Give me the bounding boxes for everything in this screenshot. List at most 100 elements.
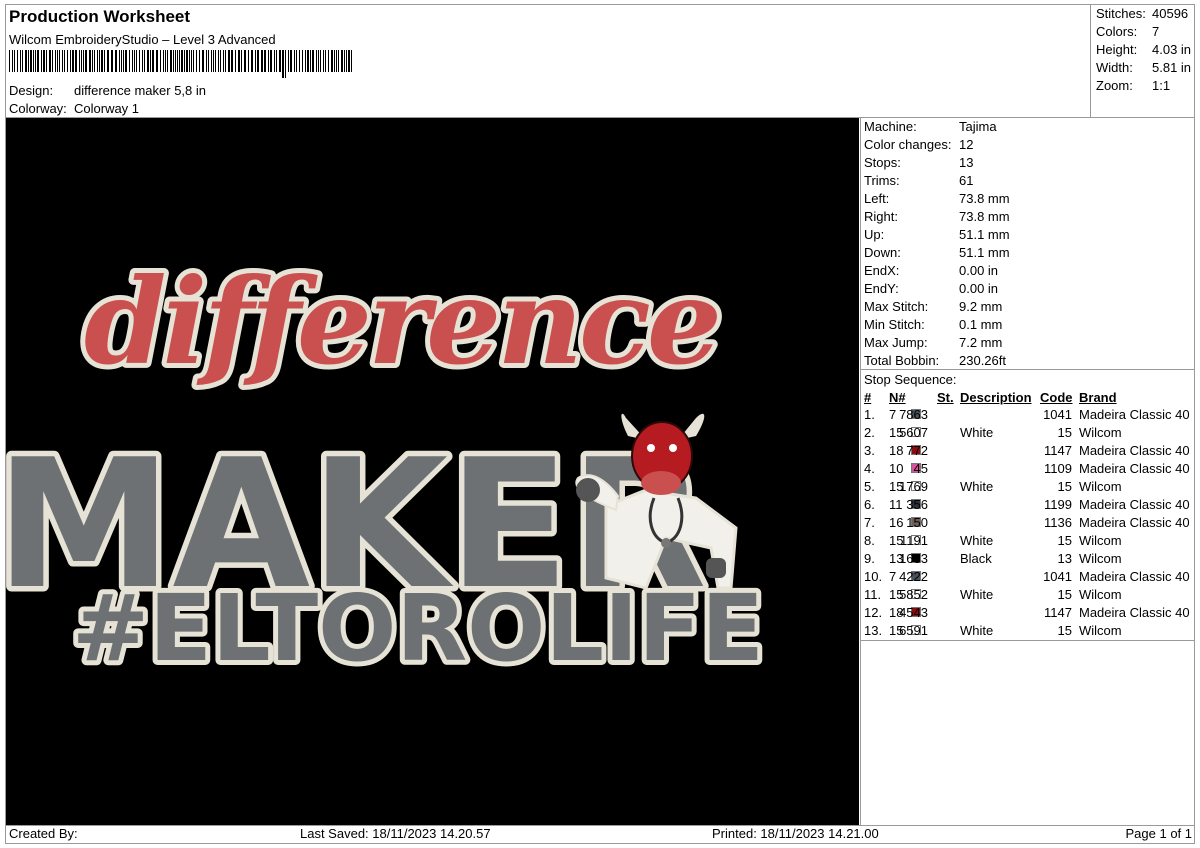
thread-code: 1147 [1044,443,1072,458]
last-saved: Last Saved: 18/11/2023 14.20.57 [300,826,491,841]
col-header-stitches: St. [937,390,954,405]
embroidery-artwork: difference MAKER #ELTOROLIFE [0,118,859,825]
needle-number: 16 [889,515,904,530]
stitch-count: 1191 [900,533,928,548]
table-row: 6. 11 356 1199 Madeira Classic 40 [864,497,1194,515]
machine-label: EndY: [864,281,899,296]
machine-label: Stops: [864,155,901,170]
stitch-count: 45 [913,461,928,476]
thread-code: 1147 [1044,605,1072,620]
machine-value: 0.1 mm [959,317,1003,332]
thread-code: 15 [1057,425,1072,440]
stop-number: 5. [864,479,875,494]
page-title: Production Worksheet [9,7,191,26]
machine-label: Color changes: [864,137,952,152]
stitch-count: 1633 [899,551,928,566]
col-header-needle: N# [889,390,906,405]
stitch-count: 7863 [899,407,928,422]
machine-label: Max Stitch: [864,299,929,314]
stat-value: 7 [1152,24,1160,39]
stitch-count: 150 [906,515,928,530]
thread-brand: Madeira Classic 40 [1079,569,1190,584]
stop-number: 10. [864,569,883,584]
panel-divider [860,117,861,825]
needle-number: 10 [889,461,904,476]
machine-label: Machine: [864,119,917,134]
needle-number: 11 [889,497,903,512]
color-description: Black [960,551,992,566]
stop-number: 2. [864,425,875,440]
thread-brand: Wilcom [1079,425,1122,440]
machine-label: Trims: [864,173,900,188]
machine-label: Min Stitch: [864,317,925,332]
thread-code: 1041 [1043,569,1072,584]
stop-number: 12. [864,605,883,620]
thread-brand: Wilcom [1079,533,1122,548]
stat-label: Colors: [1096,24,1138,39]
table-row: 4. 10 45 1109 Madeira Classic 40 [864,461,1194,479]
stitch-count: 6591 [899,623,928,638]
table-row: 12. 18 4543 1147 Madeira Classic 40 [864,605,1194,623]
table-row: 3. 18 772 1147 Madeira Classic 40 [864,443,1194,461]
stitch-count: 5852 [899,587,928,602]
machine-label: Up: [864,227,885,242]
stat-label: Zoom: [1096,78,1133,93]
stat-value: 40596 [1152,6,1189,21]
stop-number: 1. [864,407,875,422]
design-preview: difference MAKER #ELTOROLIFE [0,118,859,825]
stat-value: 4.03 in [1152,42,1192,57]
colorway-label: Colorway: [9,101,67,116]
table-row: 2. 15 5607 White 15 Wilcom [864,425,1194,443]
thread-brand: Wilcom [1079,587,1122,602]
stop-number: 4. [864,461,875,476]
stop-number: 11. [864,587,882,602]
machine-divider [860,369,1195,370]
thread-code: 15 [1057,623,1072,638]
machine-label: Right: [864,209,898,224]
barcode-image [9,50,352,78]
colorway-value: Colorway 1 [74,101,140,116]
table-row: 10. 7 4222 1041 Madeira Classic 40 [864,569,1194,587]
thread-code: 1136 [1044,515,1072,530]
stat-value: 1:1 [1152,78,1171,93]
stat-label: Width: [1096,60,1133,75]
thread-code: 1109 [1044,461,1072,476]
machine-label: Total Bobbin: [864,353,940,368]
stitch-count: 356 [906,497,928,512]
stop-sequence-title: Stop Sequence: [864,372,957,387]
thread-brand: Madeira Classic 40 [1079,407,1190,422]
col-header-description: Description [960,390,1032,405]
table-row: 9. 13 1633 Black 13 Wilcom [864,551,1194,569]
needle-number: 7 [889,569,897,584]
table-row: 5. 15 1769 White 15 Wilcom [864,479,1194,497]
colorway-row: Colorway: Colorway 1 [9,101,409,117]
thread-brand: Madeira Classic 40 [1079,497,1190,512]
printed-date: Printed: 18/11/2023 14.21.00 [712,826,879,841]
machine-label: EndX: [864,263,900,278]
thread-brand: Wilcom [1079,479,1122,494]
color-description: White [960,587,994,602]
machine-value: 73.8 mm [959,209,1010,224]
design-row: Design: difference maker 5,8 in [9,83,409,99]
thread-brand: Wilcom [1079,623,1122,638]
thread-code: 15 [1057,533,1072,548]
thread-brand: Madeira Classic 40 [1079,443,1190,458]
machine-value: 230.26ft [959,353,1006,368]
stop-number: 8. [864,533,875,548]
footer-divider [5,825,1195,826]
machine-label: Left: [864,191,890,206]
col-header-code: Code [1040,390,1073,405]
machine-value: 61 [959,173,974,188]
needle-number: 18 [889,443,904,458]
stitch-count: 4222 [899,569,928,584]
stop-number: 6. [864,497,875,512]
machine-value: 0.00 in [959,281,999,296]
table-row: 8. 15 1191 White 15 Wilcom [864,533,1194,551]
stitch-count: 5607 [899,425,928,440]
stop-number: 7. [864,515,875,530]
machine-value: 51.1 mm [959,245,1010,260]
page-number: Page 1 of 1 [1125,826,1193,841]
col-header-num: # [864,390,872,405]
design-label: Design: [9,83,54,98]
thread-code: 1041 [1043,407,1072,422]
